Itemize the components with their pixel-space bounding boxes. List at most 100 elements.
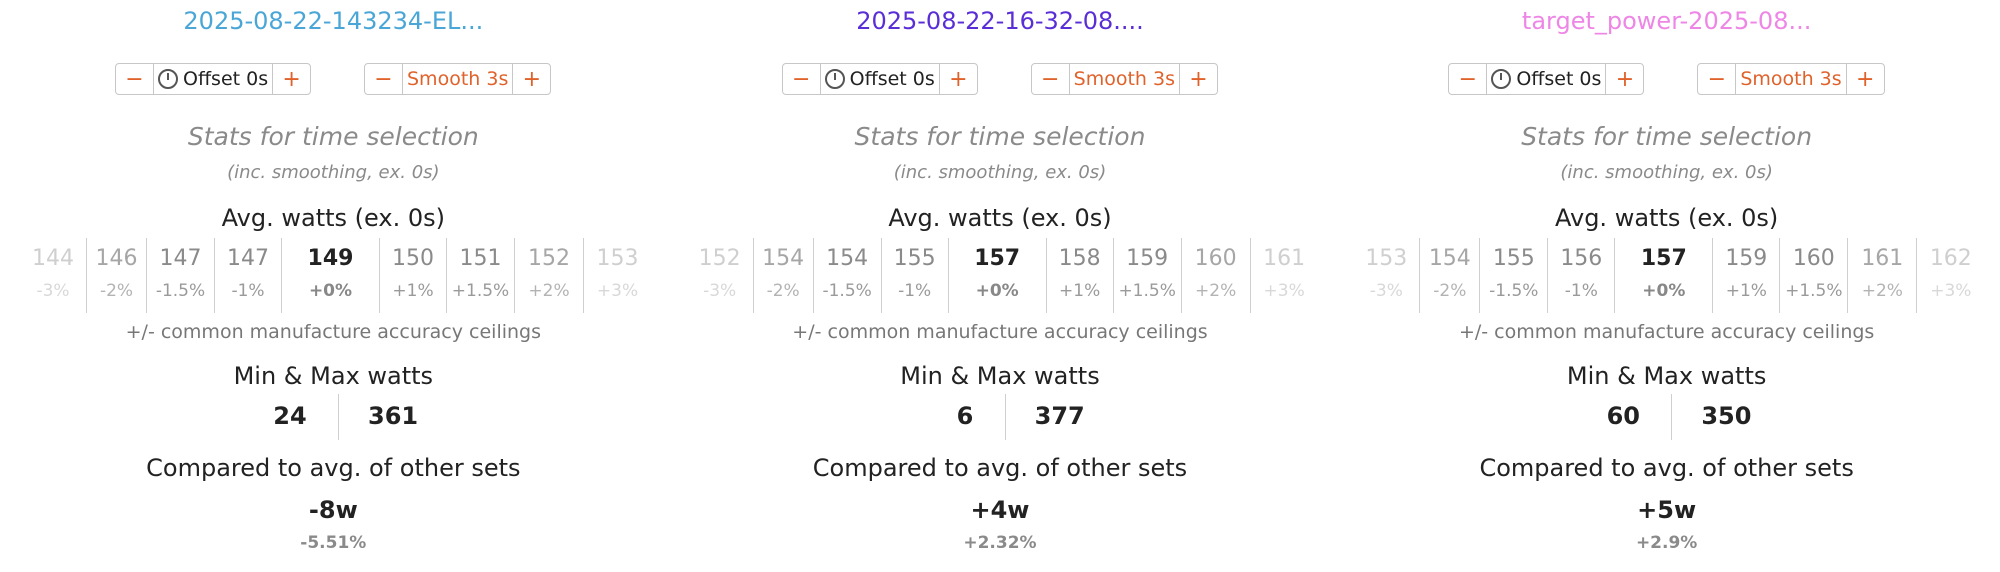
offset-decrease-button[interactable]: −	[783, 64, 821, 94]
cell-percent: -2%	[1433, 281, 1467, 301]
smooth-increase-button[interactable]: +	[512, 64, 550, 94]
stats-heading: Stats for time selection	[1521, 122, 1813, 151]
accuracy-cell: 154 -1.5%	[814, 238, 882, 313]
smooth-label: Smooth 3s	[407, 68, 509, 90]
cell-percent: +2%	[1861, 281, 1903, 301]
cell-percent: -2%	[99, 281, 134, 301]
cell-percent: -1.5%	[1489, 281, 1539, 301]
dataset-title[interactable]: target_power-2025-08...	[1333, 6, 2000, 36]
smooth-value[interactable]: Smooth 3s	[1070, 64, 1179, 94]
cell-watts: 151	[459, 246, 502, 271]
compare-watts: -8w	[308, 496, 358, 524]
offset-increase-button[interactable]: +	[1605, 64, 1643, 94]
offset-decrease-button[interactable]: −	[1449, 64, 1488, 94]
cell-watts: 152	[528, 246, 570, 271]
smooth-label: Smooth 3s	[1073, 68, 1175, 90]
compare-heading: Compared to avg. of other sets	[146, 454, 521, 482]
cell-watts: 161	[1861, 246, 1904, 271]
cell-watts: 150	[392, 246, 434, 271]
offset-label: Offset 0s	[1516, 68, 1602, 90]
accuracy-cell: 158 +1%	[1047, 238, 1114, 313]
comparison-panels: 2025-08-22-143234-EL... − Offset 0s + − …	[0, 0, 2000, 572]
min-max-values: 6 377	[667, 392, 1334, 440]
smooth-decrease-button[interactable]: −	[1698, 64, 1737, 94]
dataset-panel-1: 2025-08-22-143234-EL... − Offset 0s + − …	[0, 0, 667, 572]
compare-heading: Compared to avg. of other sets	[812, 454, 1188, 482]
cell-watts: 153	[1365, 246, 1408, 271]
min-max-divider	[1671, 394, 1673, 440]
dataset-panel-3: target_power-2025-08... − Offset 0s + − …	[1333, 0, 2000, 572]
min-max-heading: Min & Max watts	[900, 362, 1100, 390]
offset-increase-button[interactable]: +	[272, 64, 310, 94]
accuracy-cell: 156 -1%	[1548, 238, 1616, 313]
cell-watts: 149	[307, 246, 354, 271]
cell-watts: 161	[1263, 246, 1306, 271]
cell-watts: 159	[1725, 246, 1768, 271]
max-watts: 377	[1034, 402, 1085, 430]
cell-percent: +2%	[1195, 281, 1237, 301]
accuracy-note: +/- common manufacture accuracy ceilings	[125, 321, 542, 343]
min-max-divider	[338, 394, 339, 440]
smooth-decrease-button[interactable]: −	[365, 64, 403, 94]
cell-watts: 157	[1640, 246, 1687, 271]
smooth-value[interactable]: Smooth 3s	[403, 64, 512, 94]
cell-watts: 147	[227, 246, 269, 271]
cell-percent: +1.5%	[1785, 281, 1843, 301]
accuracy-cell: 144 -3%	[20, 238, 87, 313]
smooth-increase-button[interactable]: +	[1845, 64, 1884, 94]
smooth-label: Smooth 3s	[1740, 68, 1842, 90]
cell-percent: -1.5%	[822, 281, 872, 301]
stats-heading: Stats for time selection	[854, 122, 1146, 151]
accuracy-cell: 147 -1%	[215, 238, 282, 313]
cell-watts: 157	[974, 246, 1021, 271]
cell-percent: +1%	[392, 281, 434, 301]
smooth-value[interactable]: Smooth 3s	[1736, 64, 1845, 94]
cell-percent: -3%	[703, 281, 737, 301]
offset-value[interactable]: Offset 0s	[821, 64, 939, 94]
dataset-title[interactable]: 2025-08-22-16-32-08....	[667, 6, 1334, 36]
min-max-heading: Min & Max watts	[1566, 362, 1767, 390]
offset-increase-button[interactable]: +	[938, 64, 977, 94]
cell-watts: 156	[1560, 246, 1603, 271]
compare-percent: +2.32%	[963, 533, 1037, 553]
cell-percent: +0%	[975, 281, 1019, 301]
cell-percent: +3%	[1930, 281, 1972, 301]
max-watts: 350	[1701, 402, 1752, 430]
smooth-control: − Smooth 3s +	[1697, 63, 1885, 95]
clock-icon	[158, 69, 178, 89]
dataset-panel-2: 2025-08-22-16-32-08.... − Offset 0s + − …	[667, 0, 1334, 572]
cell-percent: +2%	[528, 281, 570, 301]
cell-watts: 155	[893, 246, 936, 271]
cell-percent: -1%	[231, 281, 265, 301]
cell-percent: -1%	[1564, 281, 1598, 301]
min-watts: 6	[956, 402, 974, 430]
cell-percent: +0%	[1642, 281, 1686, 301]
cell-percent: +3%	[1263, 281, 1305, 301]
cell-watts: 147	[159, 246, 202, 271]
accuracy-cell: 153 -3%	[1353, 238, 1421, 313]
offset-smooth-controls: − Offset 0s + − Smooth 3s +	[0, 63, 667, 97]
offset-decrease-button[interactable]: −	[116, 64, 154, 94]
accuracy-cell: 160 +1.5%	[1780, 238, 1849, 313]
accuracy-cell: 159 +1.5%	[1114, 238, 1182, 313]
accuracy-cell: 153 +3%	[584, 238, 651, 313]
smooth-increase-button[interactable]: +	[1179, 64, 1217, 94]
cell-watts: 162	[1929, 246, 1972, 271]
accuracy-cell: 161 +3%	[1251, 238, 1318, 313]
cell-percent: -3%	[1369, 281, 1403, 301]
accuracy-cell: 162 +3%	[1917, 238, 1984, 313]
smooth-control: − Smooth 3s +	[1030, 63, 1218, 95]
dataset-title[interactable]: 2025-08-22-143234-EL...	[0, 6, 667, 36]
cell-watts: 159	[1126, 246, 1169, 271]
offset-value[interactable]: Offset 0s	[154, 64, 272, 94]
cell-watts: 152	[698, 246, 741, 271]
compare-percent: -5.51%	[300, 533, 367, 553]
stats-subheading: (inc. smoothing, ex. 0s)	[893, 162, 1107, 183]
cell-percent: -1.5%	[155, 281, 206, 301]
offset-control: − Offset 0s +	[781, 63, 978, 95]
offset-value[interactable]: Offset 0s	[1487, 64, 1605, 94]
smooth-decrease-button[interactable]: −	[1032, 64, 1070, 94]
min-max-values: 24 361	[0, 392, 667, 440]
max-watts: 361	[368, 402, 419, 430]
min-max-divider	[1004, 394, 1006, 440]
